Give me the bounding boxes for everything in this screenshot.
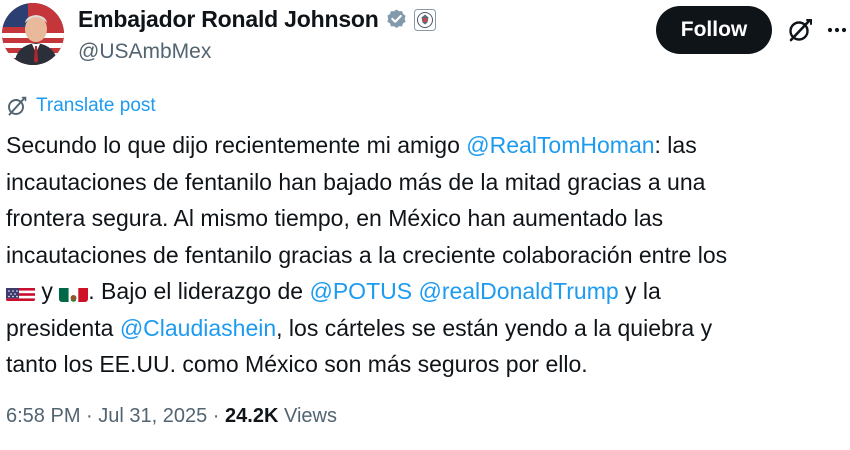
mexico-flag-icon <box>59 282 89 302</box>
us-flag-icon <box>6 282 35 302</box>
translate-post-link[interactable]: Translate post <box>36 95 156 117</box>
post-line-1: Secundo lo que dijo recientemente mi ami… <box>6 127 841 164</box>
author-avatar[interactable] <box>2 3 64 65</box>
post-text-segment: Secundo lo que dijo recientemente mi ami… <box>6 132 467 158</box>
author-display-name[interactable]: Embajador Ronald Johnson <box>78 6 379 33</box>
post-line-2: incautaciones de fentanilo han bajado má… <box>6 168 706 195</box>
views-count[interactable]: 24.2K <box>225 405 278 427</box>
post-text-segment: . Bajo el liderazgo de <box>88 278 310 304</box>
post-body: Secundo lo que dijo recientemente mi ami… <box>6 127 841 383</box>
mention-realtomhoman[interactable]: @RealTomHoman <box>466 132 654 158</box>
mention-potus[interactable]: @POTUS <box>309 278 412 304</box>
post-date-link[interactable]: Jul 31, 2025 <box>98 405 207 427</box>
post-line-3: frontera segura. Al mismo tiempo, en Méx… <box>6 205 664 231</box>
post-meta: 6:58 PM · Jul 31, 2025 · 24.2K Views <box>6 405 337 428</box>
avatar-portrait <box>2 3 64 65</box>
author-handle[interactable]: @USAmbMex <box>78 40 211 64</box>
post-text-segment: y <box>35 278 60 304</box>
meta-separator: · <box>80 405 99 427</box>
views-label: Views <box>278 405 337 427</box>
post-line-4: incautaciones de fentanilo gracias a la … <box>6 241 728 268</box>
follow-button[interactable]: Follow <box>656 6 772 54</box>
translate-globe-icon <box>6 95 28 117</box>
post-line-6: presidenta @Claudiashein, los cárteles s… <box>6 310 841 347</box>
post-header: Embajador Ronald Johnson @USAmbMex Follo… <box>0 0 850 80</box>
grok-icon[interactable] <box>786 16 814 44</box>
post-text-segment: : las <box>654 132 697 158</box>
more-options-icon[interactable] <box>826 21 848 39</box>
post-text-segment: , los cárteles se están yendo a la quieb… <box>276 314 713 341</box>
mention-realdonaldtrump[interactable]: @realDonaldTrump <box>418 278 618 304</box>
mention-claudiashein[interactable]: @Claudiashein <box>120 315 276 341</box>
post-text-segment: presidenta <box>6 314 120 341</box>
author-name-row: Embajador Ronald Johnson <box>78 6 436 33</box>
verified-badge-icon[interactable] <box>385 8 408 31</box>
post-text-segment: y la <box>618 278 661 304</box>
translate-row: Translate post <box>6 95 156 117</box>
post-line-5: y . Bajo el liderazgo de @POTUS @realDon… <box>6 273 841 310</box>
post-line-7: tanto los EE.UU. como México son más seg… <box>6 351 588 377</box>
government-seal-icon[interactable] <box>413 8 436 31</box>
meta-separator: · <box>207 405 226 427</box>
post-time-link[interactable]: 6:58 PM <box>6 405 80 427</box>
